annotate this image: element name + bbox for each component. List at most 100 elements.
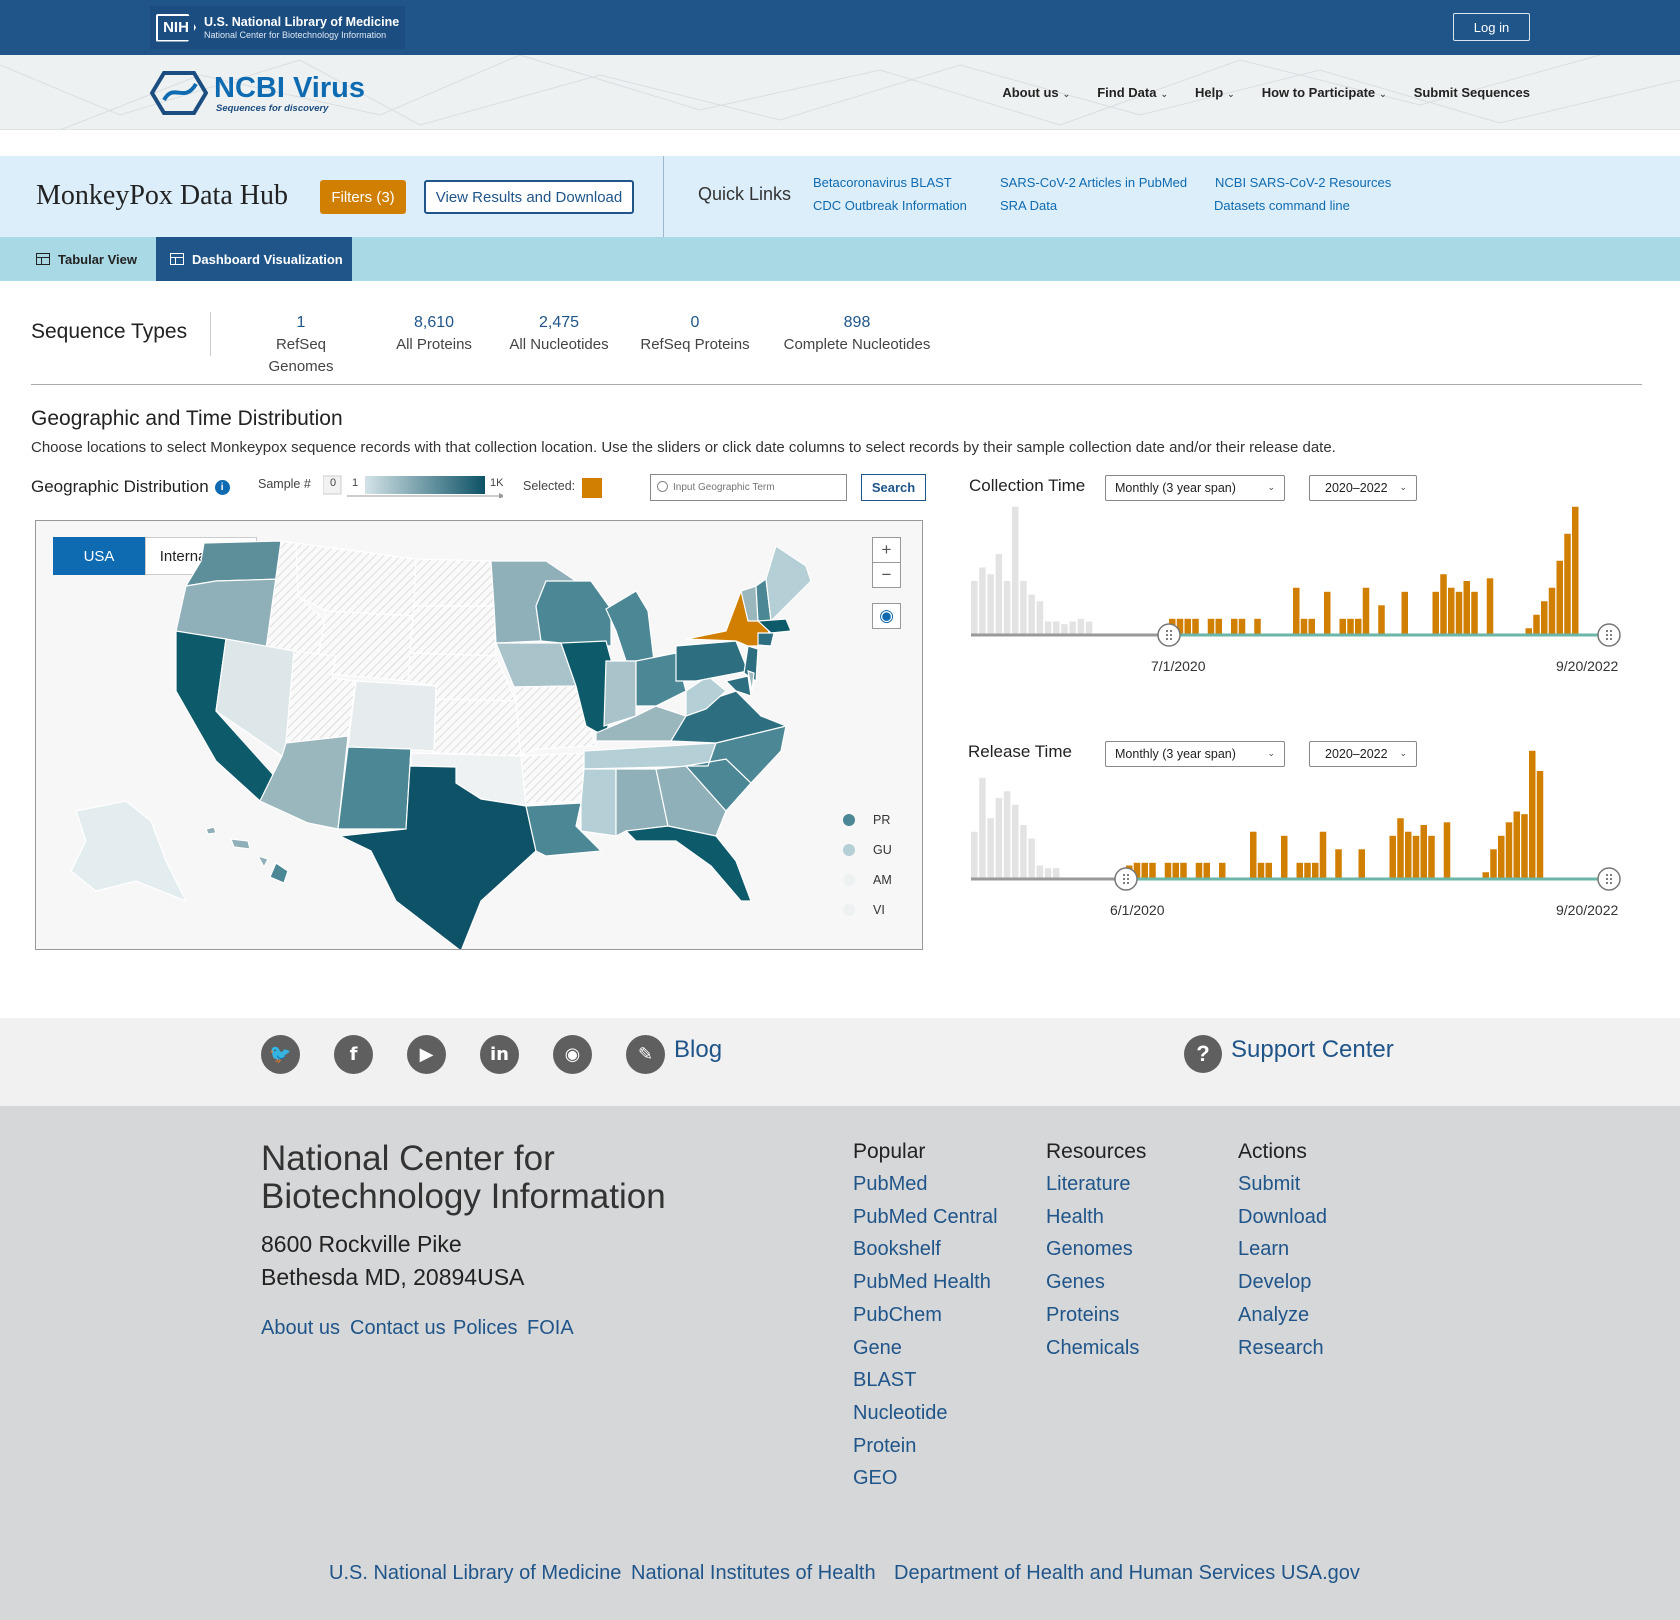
state-mi[interactable] (605, 590, 655, 662)
state-hi-4[interactable] (269, 862, 289, 884)
nav-submit-sequences[interactable]: Submit Sequences (1414, 85, 1530, 100)
footer-link-resources-0[interactable]: Literature (1046, 1173, 1131, 1196)
footer-link-resources-4[interactable]: Proteins (1046, 1304, 1119, 1327)
collection-bar-grey-14[interactable] (1085, 621, 1093, 636)
footer-link-popular-9[interactable]: GEO (853, 1467, 897, 1490)
state-co[interactable] (347, 680, 437, 752)
collection-bar-20[interactable] (1324, 591, 1331, 635)
footer-link-popular-1[interactable]: PubMed Central (853, 1206, 998, 1229)
release-time-chart[interactable] (966, 734, 1646, 904)
footer-link-actions-1[interactable]: Download (1238, 1206, 1327, 1229)
blog-link[interactable]: Blog (674, 1036, 722, 1064)
footer-link-popular-6[interactable]: BLAST (853, 1369, 916, 1392)
collection-bar-grey-9[interactable] (1044, 621, 1052, 636)
release-bar-30[interactable] (1358, 849, 1366, 879)
footer-link-popular-5[interactable]: Gene (853, 1337, 902, 1360)
state-ct[interactable] (757, 632, 775, 647)
footer-link-actions-2[interactable]: Learn (1238, 1238, 1289, 1261)
footer-link-actions-4[interactable]: Analyze (1238, 1304, 1309, 1327)
release-bar-grey-4[interactable] (1003, 791, 1011, 879)
collection-bar-9[interactable] (1238, 618, 1246, 635)
state-fl[interactable] (624, 825, 752, 902)
release-bar-53[interactable] (1536, 771, 1544, 879)
state-me[interactable] (765, 545, 812, 623)
geographic-search-input[interactable] (650, 474, 847, 501)
twitter-icon[interactable]: 🐦 (261, 1035, 300, 1074)
nav-about-us[interactable]: About us ⌄ (1002, 85, 1070, 100)
collection-bar-41[interactable] (1486, 578, 1494, 635)
usa-map[interactable] (36, 521, 923, 950)
github-icon[interactable]: ◉ (553, 1035, 592, 1074)
collection-bar-grey-7[interactable] (1028, 594, 1035, 636)
collection-bar-38[interactable] (1463, 581, 1471, 635)
collection-bar-grey-6[interactable] (1020, 581, 1027, 635)
info-icon[interactable]: i (214, 479, 230, 495)
territory-pr[interactable]: PR (843, 813, 890, 827)
territory-vi[interactable]: VI (843, 903, 885, 917)
collection-bar-37[interactable] (1455, 591, 1463, 635)
state-ms[interactable] (580, 768, 617, 837)
collection-bar-50[interactable] (1556, 560, 1564, 635)
release-bar-39[interactable] (1428, 835, 1435, 879)
nav-help[interactable]: Help ⌄ (1195, 85, 1235, 100)
release-bar-48[interactable] (1498, 835, 1505, 879)
state-ak[interactable] (70, 800, 188, 903)
footer-usagov-link[interactable]: USA.gov (1281, 1562, 1360, 1585)
release-bar-7[interactable] (1180, 862, 1187, 879)
release-bar-47[interactable] (1490, 849, 1497, 879)
footer-link-popular-2[interactable]: Bookshelf (853, 1238, 941, 1261)
collection-bar-11[interactable] (1254, 618, 1261, 635)
seq-refseq-proteins[interactable]: 0 RefSeq Proteins (640, 312, 750, 356)
collection-bar-34[interactable] (1432, 591, 1440, 635)
release-bar-38[interactable] (1420, 825, 1428, 879)
collection-bar-3[interactable] (1192, 618, 1199, 635)
territory-am[interactable]: AM (843, 873, 892, 887)
release-bar-6[interactable] (1172, 862, 1180, 879)
release-bar-grey-2[interactable] (987, 818, 994, 879)
collection-bar-grey-8[interactable] (1036, 601, 1044, 635)
collection-bar-39[interactable] (1471, 591, 1478, 635)
state-hi-3[interactable] (256, 855, 269, 869)
support-center-link[interactable]: Support Center (1231, 1036, 1394, 1064)
release-bar-grey-7[interactable] (1028, 838, 1035, 880)
footer-nih-link[interactable]: National Institutes of Health (631, 1562, 876, 1585)
release-bar-37[interactable] (1412, 835, 1420, 879)
filters-button[interactable]: Filters (3) (320, 180, 406, 214)
nav-find-data[interactable]: Find Data ⌄ (1097, 85, 1168, 100)
seq-all-proteins[interactable]: 8,610 All Proteins (390, 312, 478, 356)
nav-how-to-participate[interactable]: How to Participate ⌄ (1262, 85, 1387, 100)
state-mt[interactable] (295, 542, 417, 617)
collection-bar-24[interactable] (1355, 618, 1362, 635)
collection-start-handle[interactable] (1157, 623, 1181, 647)
collection-bar-grey-12[interactable] (1069, 621, 1076, 636)
release-bar-49[interactable] (1505, 822, 1513, 879)
seq-refseq-genomes[interactable]: 1 RefSeq Genomes (243, 312, 359, 378)
state-nd[interactable] (413, 558, 495, 607)
state-hi-2[interactable] (230, 838, 251, 850)
collection-bar-49[interactable] (1548, 587, 1556, 635)
release-bar-grey-3[interactable] (995, 798, 1003, 879)
collection-bar-36[interactable] (1448, 587, 1455, 635)
release-bar-grey-10[interactable] (1053, 868, 1060, 879)
footer-link-resources-3[interactable]: Genes (1046, 1271, 1105, 1294)
release-bar-grey-1[interactable] (979, 777, 986, 879)
facebook-icon[interactable]: f (334, 1035, 373, 1074)
support-help-icon[interactable]: ? (1184, 1035, 1222, 1073)
collection-bar-grey-3[interactable] (995, 554, 1003, 635)
blog-icon[interactable]: ✎ (626, 1035, 665, 1074)
linkedin-icon[interactable]: in (480, 1035, 519, 1074)
collection-bar-23[interactable] (1347, 618, 1354, 635)
collection-bar-grey-1[interactable] (979, 567, 986, 636)
collection-bar-grey-0[interactable] (971, 581, 978, 635)
footer-link-resources-5[interactable]: Chemicals (1046, 1337, 1139, 1360)
collection-time-chart[interactable] (966, 490, 1646, 660)
release-bar-22[interactable] (1296, 862, 1304, 879)
collection-bar-8[interactable] (1231, 618, 1238, 635)
collection-bar-grey-5[interactable] (1012, 506, 1019, 635)
state-hi-1[interactable] (205, 826, 217, 835)
collection-bar-51[interactable] (1564, 533, 1571, 635)
quick-link-sars-articles[interactable]: SARS-CoV-2 Articles in PubMed (1000, 175, 1187, 190)
tab-tabular-view[interactable]: Tabular View (36, 237, 137, 281)
collection-bar-16[interactable] (1293, 587, 1300, 635)
zoom-in-button[interactable]: + (872, 537, 901, 563)
